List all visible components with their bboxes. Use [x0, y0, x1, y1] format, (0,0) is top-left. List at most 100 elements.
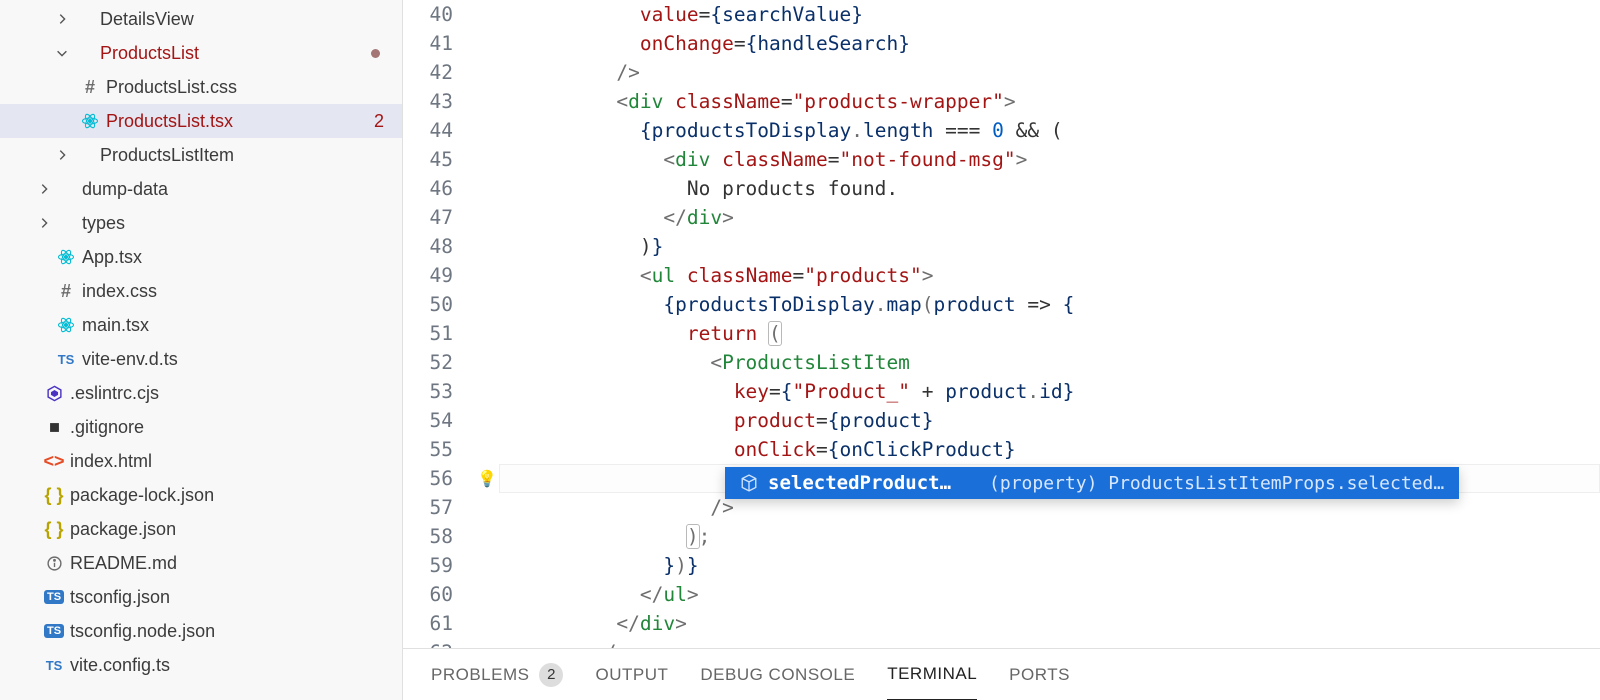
code-line[interactable]: <div className="not-found-msg">: [499, 145, 1600, 174]
file-icon: TS: [42, 590, 66, 604]
file-tree-item[interactable]: { }package.json: [0, 512, 402, 546]
line-number: 60: [403, 580, 453, 609]
code-line[interactable]: </ul>: [499, 580, 1600, 609]
file-icon: #: [54, 281, 78, 302]
problems-count-badge: 2: [539, 663, 563, 687]
chevron-down-icon: [52, 46, 72, 60]
file-label: tsconfig.json: [70, 587, 402, 608]
code-line[interactable]: <ProductsListItem: [499, 348, 1600, 377]
code-line[interactable]: return (: [499, 319, 1600, 348]
file-label: ProductsList.tsx: [106, 111, 374, 132]
code-line[interactable]: key={"Product_" + product.id}: [499, 377, 1600, 406]
file-icon: #: [78, 77, 102, 98]
chevron-right-icon: [34, 216, 54, 230]
panel-tab-terminal[interactable]: TERMINAL: [887, 649, 977, 700]
panel-tab-output[interactable]: OUTPUT: [595, 649, 668, 700]
line-number: 41: [403, 29, 453, 58]
panel-tab-ports[interactable]: PORTS: [1009, 649, 1070, 700]
file-label: .gitignore: [70, 417, 402, 438]
file-label: ProductsList: [100, 43, 371, 64]
panel-tab-debug-console[interactable]: DEBUG CONSOLE: [700, 649, 855, 700]
suggestion-name: selectedProduct…: [768, 472, 951, 494]
file-label: package.json: [70, 519, 402, 540]
lightbulb-icon[interactable]: 💡: [477, 464, 497, 493]
file-icon: [54, 248, 78, 266]
code-line[interactable]: product={product}: [499, 406, 1600, 435]
file-icon: [78, 112, 102, 130]
line-number: 49: [403, 261, 453, 290]
cube-icon: [740, 474, 758, 492]
file-icon: TS: [42, 658, 66, 673]
code-line[interactable]: )}: [499, 232, 1600, 261]
file-tree-item[interactable]: .gitignore: [0, 410, 402, 444]
file-tree-item[interactable]: .eslintrc.cjs: [0, 376, 402, 410]
file-label: App.tsx: [82, 247, 402, 268]
code-content[interactable]: value={searchValue} onChange={handleSear…: [499, 0, 1600, 648]
file-icon: { }: [42, 485, 66, 506]
code-line[interactable]: value={searchValue}: [499, 0, 1600, 29]
code-line[interactable]: })}: [499, 551, 1600, 580]
file-icon: <>: [42, 451, 66, 472]
file-tree-item[interactable]: main.tsx: [0, 308, 402, 342]
error-badge: 2: [374, 111, 384, 132]
file-tree-item[interactable]: TSvite-env.d.ts: [0, 342, 402, 376]
modified-dot-icon: [371, 49, 380, 58]
file-tree-item[interactable]: ProductsList.tsx2: [0, 104, 402, 138]
line-number: 45: [403, 145, 453, 174]
file-tree-item[interactable]: types: [0, 206, 402, 240]
file-tree-item[interactable]: #ProductsList.css: [0, 70, 402, 104]
file-label: types: [82, 213, 402, 234]
file-tree-item[interactable]: #index.css: [0, 274, 402, 308]
code-line[interactable]: onClick={onClickProduct}: [499, 435, 1600, 464]
file-label: README.md: [70, 553, 402, 574]
file-label: vite.config.ts: [70, 655, 402, 676]
file-tree-item[interactable]: README.md: [0, 546, 402, 580]
panel-tab-label: TERMINAL: [887, 664, 977, 684]
file-tree-item[interactable]: <>index.html: [0, 444, 402, 478]
panel-tab-problems[interactable]: PROBLEMS 2: [431, 649, 563, 700]
code-line[interactable]: </: [499, 638, 1600, 648]
code-line[interactable]: No products found.: [499, 174, 1600, 203]
file-tree-item[interactable]: TS vite.config.ts: [0, 648, 402, 682]
file-tree-item[interactable]: TS tsconfig.json: [0, 580, 402, 614]
code-area[interactable]: 4041424344454647484950515253545556575859…: [403, 0, 1600, 648]
line-number: 40: [403, 0, 453, 29]
file-tree-item[interactable]: { }package-lock.json: [0, 478, 402, 512]
code-line[interactable]: />: [499, 58, 1600, 87]
line-number: 62: [403, 638, 453, 648]
panel-tabs: PROBLEMS 2 OUTPUT DEBUG CONSOLE TERMINAL PORT…: [403, 648, 1600, 700]
code-line[interactable]: </div>: [499, 609, 1600, 638]
file-icon: [42, 420, 66, 435]
file-tree-item[interactable]: App.tsx: [0, 240, 402, 274]
line-number: 46: [403, 174, 453, 203]
file-explorer[interactable]: DetailsViewProductsList#ProductsList.css…: [0, 0, 403, 700]
code-line[interactable]: onChange={handleSearch}: [499, 29, 1600, 58]
line-gutter: 4041424344454647484950515253545556575859…: [403, 0, 475, 648]
code-line[interactable]: </div>: [499, 203, 1600, 232]
code-line[interactable]: );: [499, 522, 1600, 551]
code-line[interactable]: {productsToDisplay.length === 0 && (: [499, 116, 1600, 145]
file-tree-item[interactable]: ProductsListItem: [0, 138, 402, 172]
line-number: 58: [403, 522, 453, 551]
panel-tab-label: OUTPUT: [595, 665, 668, 685]
file-label: ProductsListItem: [100, 145, 402, 166]
line-number: 42: [403, 58, 453, 87]
panel-tab-label: PROBLEMS: [431, 665, 529, 685]
code-line[interactable]: {productsToDisplay.map(product => {: [499, 290, 1600, 319]
file-label: package-lock.json: [70, 485, 402, 506]
file-label: index.html: [70, 451, 402, 472]
file-tree-item[interactable]: ProductsList: [0, 36, 402, 70]
file-label: ProductsList.css: [106, 77, 402, 98]
line-number: 56: [403, 464, 453, 493]
file-label: index.css: [82, 281, 402, 302]
chevron-right-icon: [52, 148, 72, 162]
line-number: 54: [403, 406, 453, 435]
code-line[interactable]: <div className="products-wrapper">: [499, 87, 1600, 116]
code-line[interactable]: <ul className="products">: [499, 261, 1600, 290]
file-label: main.tsx: [82, 315, 402, 336]
file-icon: { }: [42, 519, 66, 540]
file-tree-item[interactable]: dump-data: [0, 172, 402, 206]
file-tree-item[interactable]: TStsconfig.node.json: [0, 614, 402, 648]
file-tree-item[interactable]: DetailsView: [0, 2, 402, 36]
intellisense-popup[interactable]: selectedProduct… (property) ProductsList…: [725, 467, 1459, 499]
